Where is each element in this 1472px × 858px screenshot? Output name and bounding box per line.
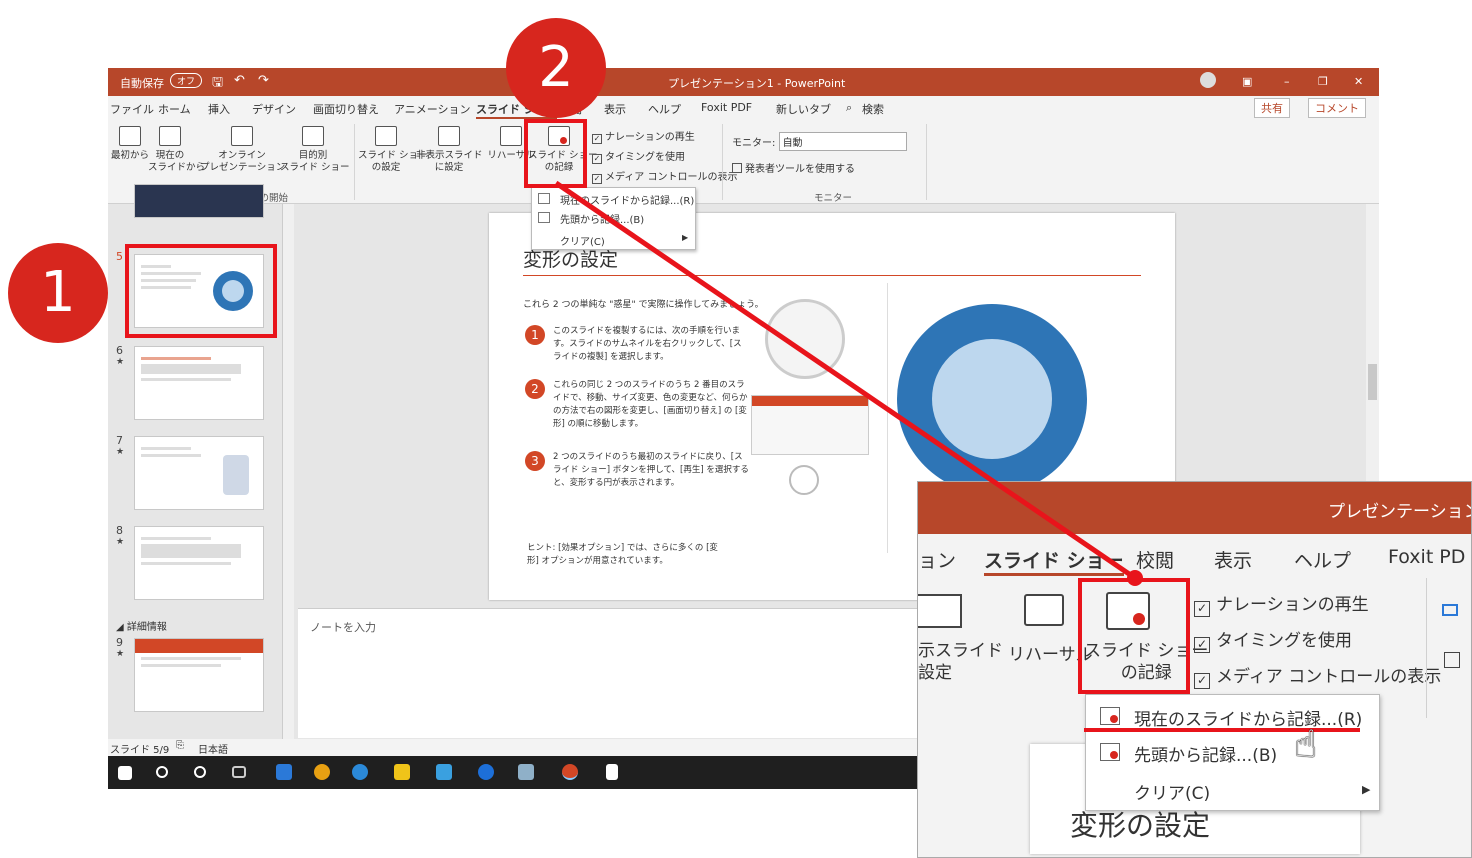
connector-arrow: [554, 180, 1143, 586]
step-badge-2: 2: [506, 18, 606, 118]
connector-line: [554, 180, 1137, 581]
connector-dot: [1127, 570, 1143, 586]
step-badge-1: 1: [8, 243, 108, 343]
